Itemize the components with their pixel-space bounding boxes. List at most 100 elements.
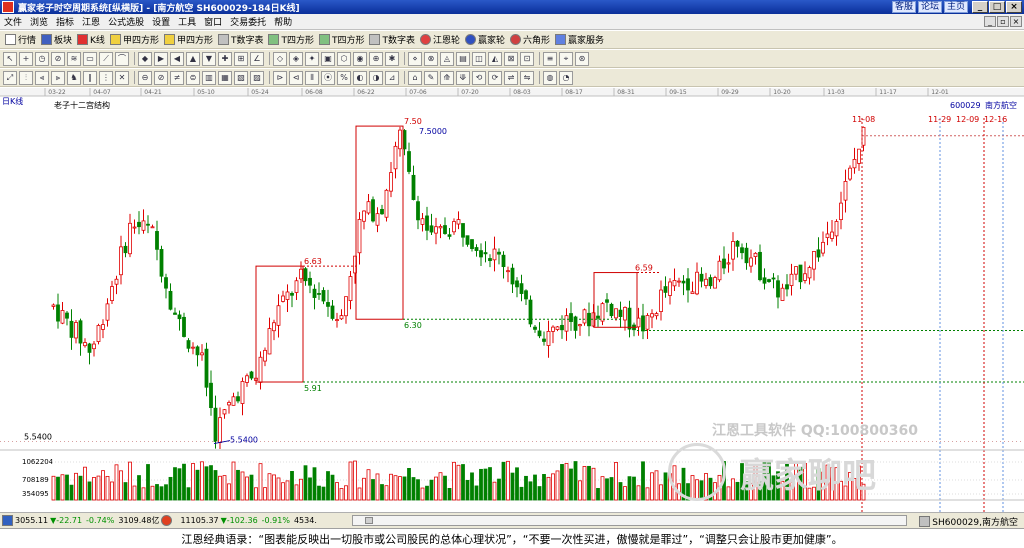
drawing-tool-icon[interactable]: ◉ xyxy=(353,51,367,66)
drawing-tool-icon[interactable]: ▲ xyxy=(186,51,200,66)
kline-button[interactable]: K线 xyxy=(75,32,107,47)
child-close-button[interactable]: × xyxy=(1010,16,1022,27)
analysis-tool-icon[interactable]: ⊲ xyxy=(289,70,303,85)
drawing-tool-icon[interactable]: ◈ xyxy=(289,51,303,66)
analysis-tool-icon[interactable]: ⌂ xyxy=(408,70,422,85)
drawing-tool-icon[interactable]: ▼ xyxy=(202,51,216,66)
analysis-tool-icon[interactable]: ◑ xyxy=(369,70,383,85)
drawing-tool-icon[interactable]: ⊠ xyxy=(504,51,518,66)
maximize-button[interactable]: □ xyxy=(989,1,1005,13)
menu-browse[interactable]: 浏览 xyxy=(26,15,52,28)
analysis-tool-icon[interactable]: ◍ xyxy=(543,70,557,85)
drawing-tool-icon[interactable]: ⋄ xyxy=(408,51,422,66)
analysis-tool-icon[interactable]: ⫶ xyxy=(19,70,33,85)
analysis-tool-icon[interactable]: ⇌ xyxy=(504,70,518,85)
square-a-button[interactable]: 甲四方形 xyxy=(108,32,161,47)
t-square-a-button[interactable]: T四方形 xyxy=(266,32,316,47)
winner-service-button[interactable]: 赢家服务 xyxy=(553,32,606,47)
menu-file[interactable]: 文件 xyxy=(0,15,26,28)
shenzhen-index[interactable]: 11105.37 ▼-102.36 -0.91% 4534. xyxy=(180,516,316,525)
analysis-tool-icon[interactable]: ⟰ xyxy=(440,70,454,85)
drawing-tool-icon[interactable]: ▣ xyxy=(321,51,335,66)
drawing-tool-icon[interactable]: ✚ xyxy=(218,51,232,66)
analysis-tool-icon[interactable]: ▥ xyxy=(202,70,216,85)
kline-chart-panel[interactable]: 03-22 04-07 04-21 05-10 05-24 06-08 06-22 07-06… xyxy=(0,88,1024,512)
drawing-tool-icon[interactable]: ⊗ xyxy=(424,51,438,66)
gann-wheel-button[interactable]: 江恩轮 xyxy=(418,32,462,47)
drawing-tool-icon[interactable]: ◭ xyxy=(488,51,502,66)
menu-settings[interactable]: 设置 xyxy=(148,15,174,28)
shanghai-index[interactable]: 3055.11 ▼-22.71 -0.74% 3109.48亿 xyxy=(15,515,159,526)
drawing-tool-icon[interactable]: ⊘ xyxy=(51,51,65,66)
t-square-b-button[interactable]: T四方形 xyxy=(317,32,367,47)
drawing-tool-icon[interactable]: ✱ xyxy=(385,51,399,66)
menu-trade[interactable]: 交易委托 xyxy=(226,15,270,28)
menu-help[interactable]: 帮助 xyxy=(270,15,296,28)
drawing-tool-icon[interactable]: ◫ xyxy=(472,51,486,66)
drawing-tool-icon[interactable]: + xyxy=(19,51,33,66)
menu-indicator[interactable]: 指标 xyxy=(52,15,78,28)
drawing-tool-icon[interactable]: ◀ xyxy=(170,51,184,66)
drawing-tool-icon[interactable]: ⌒ xyxy=(115,51,129,66)
scrollbar-thumb[interactable] xyxy=(365,517,373,524)
analysis-tool-icon[interactable]: % xyxy=(337,70,351,85)
homepage-link[interactable]: 主页 xyxy=(943,1,968,13)
drawing-tool-icon[interactable]: ◆ xyxy=(138,51,152,66)
analysis-tool-icon[interactable]: ⦿ xyxy=(321,70,335,85)
analysis-tool-icon[interactable]: ⊜ xyxy=(186,70,200,85)
forum-link[interactable]: 论坛 xyxy=(917,1,942,13)
analysis-tool-icon[interactable]: ▧ xyxy=(234,70,248,85)
analysis-tool-icon[interactable]: ⤢ xyxy=(3,70,17,85)
drawing-tool-icon[interactable]: ≡ xyxy=(543,51,557,66)
analysis-tool-icon[interactable]: ⊿ xyxy=(385,70,399,85)
analysis-tool-icon[interactable]: ◔ xyxy=(559,70,573,85)
drawing-tool-icon[interactable]: ▭ xyxy=(83,51,97,66)
square-b-button[interactable]: 甲四方形 xyxy=(162,32,215,47)
analysis-tool-icon[interactable]: ∥ xyxy=(83,70,97,85)
number-table-button[interactable]: T数字表 xyxy=(216,32,266,47)
drawing-tool-icon[interactable]: ⊞ xyxy=(234,51,248,66)
analysis-tool-icon[interactable]: ⫷ xyxy=(35,70,49,85)
analysis-tool-icon[interactable]: ⟱ xyxy=(456,70,470,85)
drawing-tool-icon[interactable]: ≋ xyxy=(67,51,81,66)
drawing-tool-icon[interactable]: ▤ xyxy=(456,51,470,66)
customer-service-link[interactable]: 客服 xyxy=(891,1,916,13)
analysis-tool-icon[interactable]: ⫴ xyxy=(305,70,319,85)
close-button[interactable]: × xyxy=(1006,1,1022,13)
drawing-tool-icon[interactable]: ⌖ xyxy=(559,51,573,66)
analysis-tool-icon[interactable]: ⊖ xyxy=(138,70,152,85)
chart-scrollbar[interactable] xyxy=(352,515,907,526)
drawing-tool-icon[interactable]: ◬ xyxy=(440,51,454,66)
t-number-table-button[interactable]: T数字表 xyxy=(367,32,417,47)
analysis-tool-icon[interactable]: ⋮ xyxy=(99,70,113,85)
drawing-tool-icon[interactable]: ◷ xyxy=(35,51,49,66)
analysis-tool-icon[interactable]: ⟲ xyxy=(472,70,486,85)
analysis-tool-icon[interactable]: ◐ xyxy=(353,70,367,85)
analysis-tool-icon[interactable]: ⊘ xyxy=(154,70,168,85)
drawing-tool-icon[interactable]: ⟋ xyxy=(99,51,113,66)
menu-window[interactable]: 窗口 xyxy=(200,15,226,28)
drawing-tool-icon[interactable]: ▶ xyxy=(154,51,168,66)
analysis-tool-icon[interactable]: ⫸ xyxy=(51,70,65,85)
menu-tools[interactable]: 工具 xyxy=(174,15,200,28)
analysis-tool-icon[interactable]: ♞ xyxy=(67,70,81,85)
analysis-tool-icon[interactable]: ▨ xyxy=(250,70,264,85)
analysis-tool-icon[interactable]: ⇋ xyxy=(520,70,534,85)
menu-gann[interactable]: 江恩 xyxy=(78,15,104,28)
drawing-tool-icon[interactable]: ⊡ xyxy=(520,51,534,66)
drawing-tool-icon[interactable]: ◇ xyxy=(273,51,287,66)
drawing-tool-icon[interactable]: ⬡ xyxy=(337,51,351,66)
winner-wheel-button[interactable]: 赢家轮 xyxy=(463,32,507,47)
analysis-tool-icon[interactable]: ⟳ xyxy=(488,70,502,85)
drawing-tool-icon[interactable]: ∠ xyxy=(250,51,264,66)
child-restore-button[interactable]: ▫ xyxy=(997,16,1009,27)
drawing-tool-icon[interactable]: ↖ xyxy=(3,51,17,66)
analysis-tool-icon[interactable]: ✕ xyxy=(115,70,129,85)
drawing-tool-icon[interactable]: ⊛ xyxy=(575,51,589,66)
analysis-tool-icon[interactable]: ⊳ xyxy=(273,70,287,85)
child-minimize-button[interactable]: _ xyxy=(984,16,996,27)
sector-button[interactable]: 板块 xyxy=(39,32,74,47)
minimize-button[interactable]: _ xyxy=(972,1,988,13)
analysis-tool-icon[interactable]: ✎ xyxy=(424,70,438,85)
hexagon-button[interactable]: 六角形 xyxy=(508,32,552,47)
